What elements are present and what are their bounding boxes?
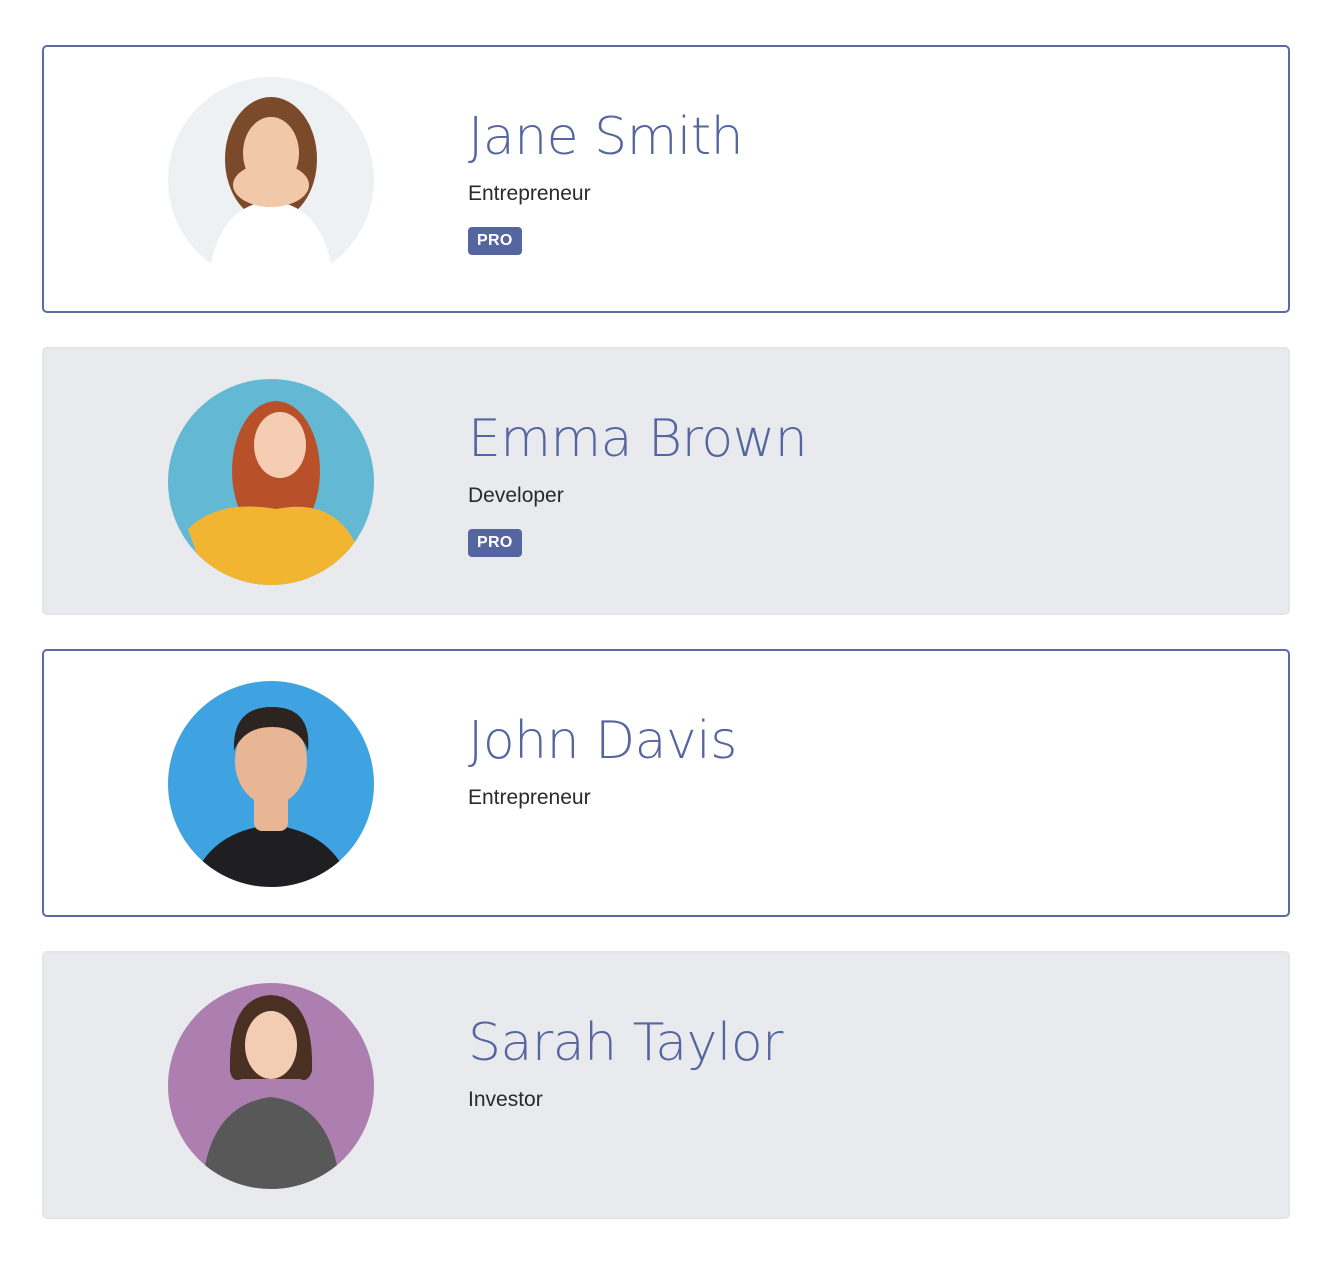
profile-card[interactable]: Emma Brown Developer PRO bbox=[42, 347, 1290, 615]
profile-photo bbox=[168, 77, 374, 283]
profile-name: Sarah Taylor bbox=[468, 1013, 784, 1073]
profile-role: Developer bbox=[468, 484, 564, 507]
profile-card[interactable]: Jane Smith Entrepreneur PRO bbox=[42, 45, 1290, 313]
shirt-shape bbox=[188, 506, 358, 585]
profile-card-list: Jane Smith Entrepreneur PRO Emma Brown D… bbox=[42, 45, 1290, 1219]
profile-photo bbox=[168, 379, 374, 585]
pro-badge: PRO bbox=[468, 227, 522, 255]
profile-info: Jane Smith Entrepreneur PRO bbox=[468, 105, 744, 255]
profile-photo bbox=[168, 983, 374, 1189]
profile-role: Investor bbox=[468, 1088, 543, 1111]
profile-card[interactable]: Sarah Taylor Investor bbox=[42, 951, 1290, 1219]
profile-name: Emma Brown bbox=[468, 409, 808, 469]
face-shape bbox=[254, 412, 306, 478]
profile-role: Entrepreneur bbox=[468, 182, 591, 205]
hands-shape bbox=[233, 163, 309, 207]
profile-card[interactable]: John Davis Entrepreneur bbox=[42, 649, 1290, 917]
avatar bbox=[168, 983, 374, 1189]
profile-name: John Davis bbox=[468, 711, 737, 771]
profile-info: Emma Brown Developer PRO bbox=[468, 407, 808, 557]
avatar bbox=[168, 681, 374, 887]
profile-name: Jane Smith bbox=[468, 107, 744, 167]
profile-photo bbox=[168, 681, 374, 887]
face-shape bbox=[245, 1011, 297, 1079]
profile-role: Entrepreneur bbox=[468, 786, 591, 809]
avatar bbox=[168, 77, 374, 283]
pro-badge: PRO bbox=[468, 529, 522, 557]
profile-info: Sarah Taylor Investor bbox=[468, 1011, 784, 1113]
avatar bbox=[168, 379, 374, 585]
profile-info: John Davis Entrepreneur bbox=[468, 709, 737, 811]
